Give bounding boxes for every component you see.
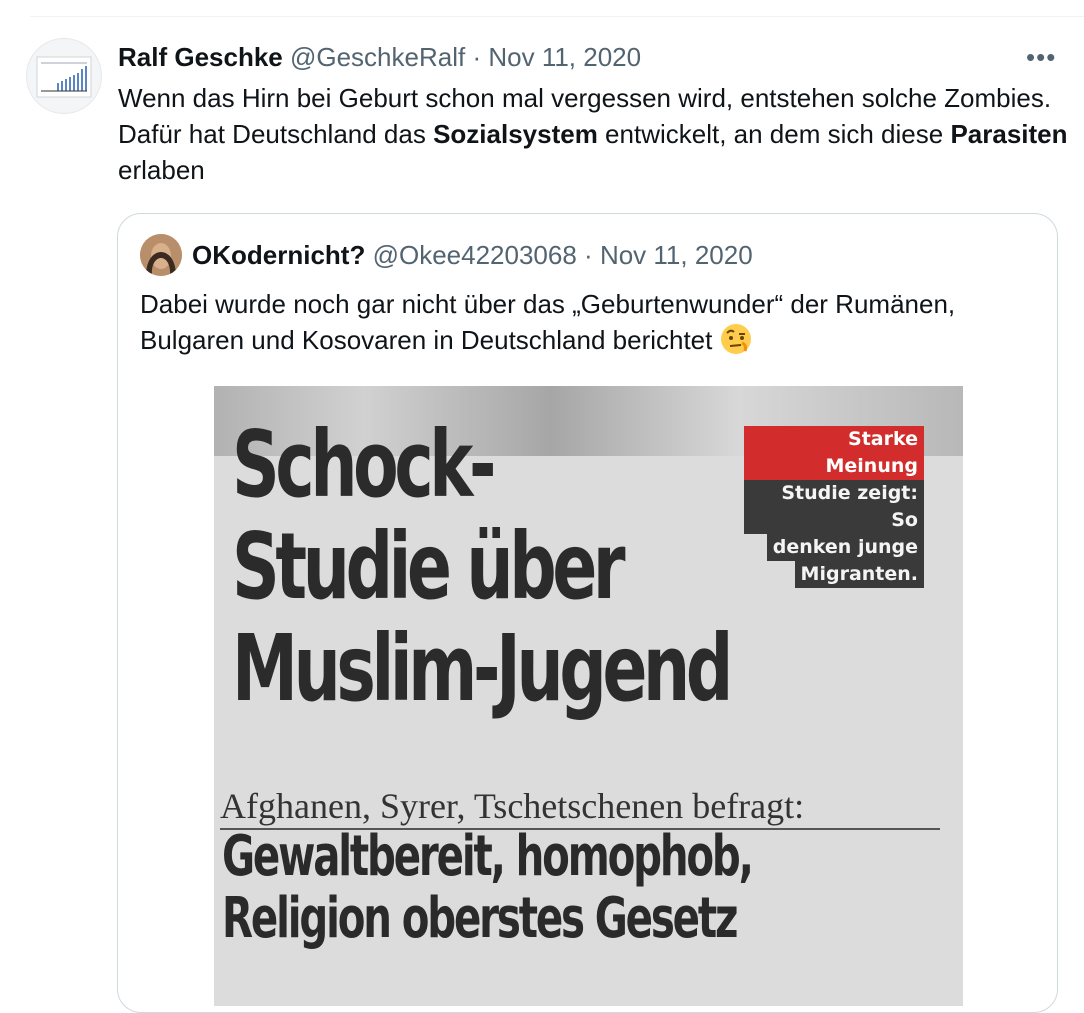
headline-line: Studie über [232, 513, 626, 620]
quoted-tweet-date[interactable]: Nov 11, 2020 [600, 240, 753, 270]
newspaper-headline: Schock- Studie über Muslim-Jugend [232, 411, 733, 722]
quoted-text-body: Dabei wurde noch gar nicht über das „Geb… [140, 289, 956, 355]
quoted-tweet-header: OKodernicht? @Okee42203068 · Nov 11, 202… [192, 238, 753, 272]
tweet-header: Ralf Geschke @GeschkeRalf · Nov 11, 2020 [118, 40, 641, 74]
newspaper-deck: Gewaltbereit, homophob, Religion oberste… [222, 826, 755, 950]
headline-line: Muslim-Jugend [232, 615, 733, 722]
tweet-text-part: entwickelt, an dem sich diese [597, 119, 951, 149]
quoted-author-avatar[interactable] [140, 234, 182, 276]
quoted-tweet-text: Dabei wurde noch gar nicht über das „Geb… [140, 286, 1040, 358]
headline-line: Schock- [232, 411, 497, 518]
tweet-text-part: erlaben [118, 155, 205, 185]
avatar-chart-thumbnail-icon [36, 56, 92, 98]
meta-separator: · [584, 240, 593, 270]
deck-line: Religion oberstes Gesetz [222, 886, 738, 951]
top-divider [30, 16, 1084, 17]
badge-line: denken junge [766, 534, 924, 561]
badge-red-label: Starke Meinung [744, 426, 924, 480]
author-handle[interactable]: @GeschkeRalf [290, 42, 465, 72]
more-options-icon[interactable]: ••• [1026, 42, 1056, 73]
quoted-author-handle[interactable]: @Okee42203068 [373, 240, 577, 270]
badge-line: Migranten. [794, 561, 924, 588]
author-avatar[interactable] [26, 38, 102, 114]
badge-line: Studie zeigt: So [744, 480, 924, 534]
quoted-tweet[interactable]: OKodernicht? @Okee42203068 · Nov 11, 202… [117, 213, 1058, 1013]
tweet-date[interactable]: Nov 11, 2020 [488, 42, 641, 72]
opinion-badge: Starke Meinung Studie zeigt: So denken j… [744, 426, 924, 588]
meta-separator: · [472, 42, 482, 72]
raised-eyebrow-emoji-icon [720, 324, 751, 354]
author-name[interactable]: Ralf Geschke [118, 42, 283, 72]
tweet-text: Wenn das Hirn bei Geburt schon mal verge… [118, 80, 1068, 188]
tweet-text-bold: Parasiten [950, 119, 1068, 149]
face-avatar-icon [140, 234, 182, 276]
quoted-author-name[interactable]: OKodernicht? [192, 240, 365, 270]
quoted-tweet-image[interactable]: Schock- Studie über Muslim-Jugend Starke… [214, 386, 963, 1006]
deck-line: Gewaltbereit, homophob, [222, 824, 754, 889]
tweet-text-bold: Sozialsystem [433, 119, 598, 149]
